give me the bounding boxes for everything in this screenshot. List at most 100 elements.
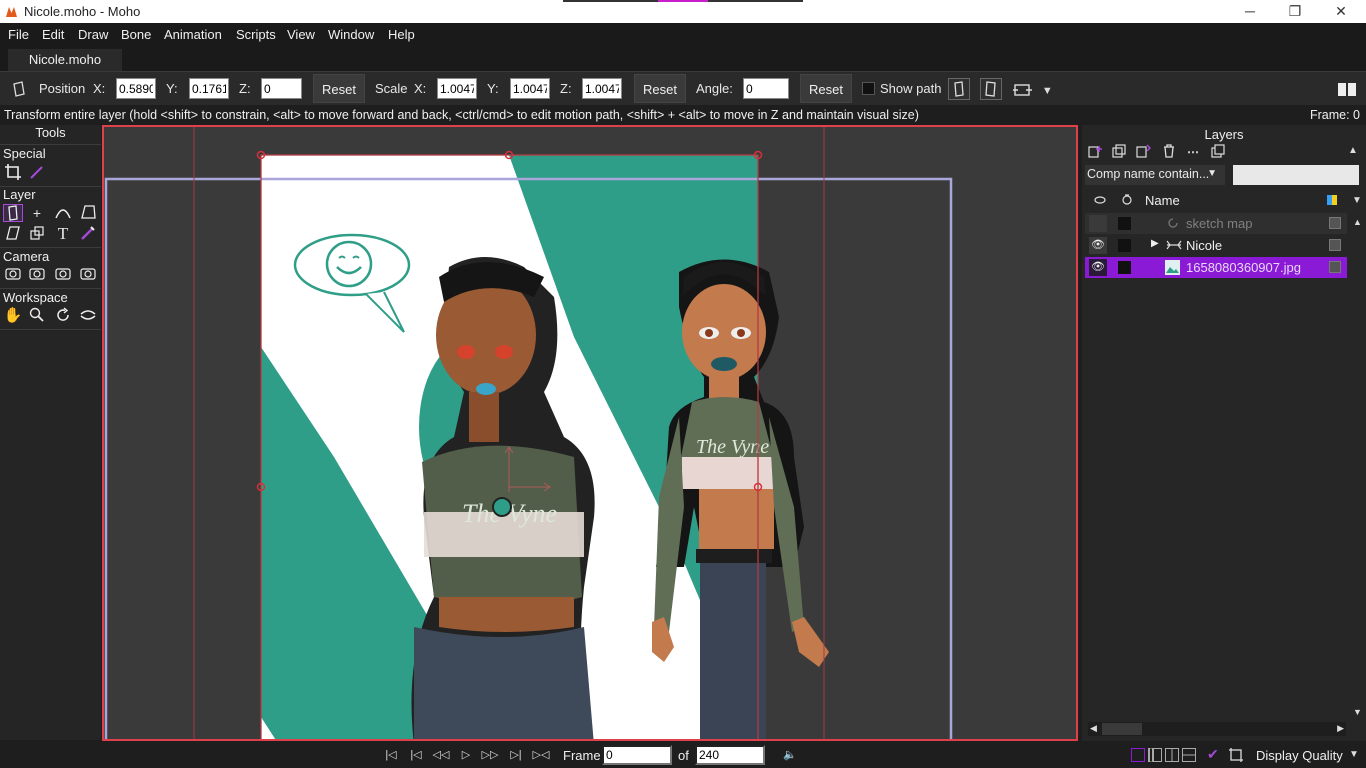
copy-layer-icon[interactable] (1134, 143, 1152, 161)
lock-toggle[interactable] (1118, 239, 1131, 252)
scroll-right-icon[interactable]: ▶ (1337, 723, 1344, 734)
flip-vertical-icon[interactable] (980, 78, 1002, 100)
comp-filter-dropdown[interactable]: Comp name contain... ▼ (1085, 165, 1225, 185)
flip-horizontal-icon[interactable] (948, 78, 970, 100)
total-frames-input[interactable] (695, 745, 765, 765)
next-keyframe-icon[interactable]: ▷| (506, 746, 526, 764)
angle-reset-button[interactable]: Reset (800, 74, 852, 103)
menu-view[interactable]: View (287, 27, 315, 42)
layer-row-selected[interactable]: 👁 1658080360907.jpg (1085, 257, 1347, 278)
menu-window[interactable]: Window (328, 27, 374, 42)
crop-icon[interactable] (3, 163, 23, 181)
camera-zoom-icon[interactable] (27, 266, 47, 284)
layers-title: Layers (1204, 127, 1244, 142)
menu-edit[interactable]: Edit (42, 27, 64, 42)
align-options-dropdown[interactable]: ▼ (1012, 78, 1060, 100)
show-path-checkbox[interactable] (862, 82, 875, 95)
canvas-viewport[interactable]: The Vyne The Vyne (102, 125, 1078, 741)
layer-name: Nicole (1186, 238, 1223, 253)
set-origin-icon[interactable] (27, 225, 47, 243)
layer-row[interactable]: 👁 ▶ Nicole (1085, 235, 1347, 256)
menu-scripts[interactable]: Scripts (236, 27, 276, 42)
chevron-down-icon[interactable]: ▼ (1352, 195, 1362, 206)
angle-input[interactable] (743, 78, 789, 99)
current-frame-input[interactable] (602, 745, 672, 765)
visibility-toggle[interactable]: 👁 (1089, 259, 1107, 276)
visibility-toggle[interactable]: 👁 (1089, 237, 1107, 254)
scale-z-input[interactable] (582, 78, 622, 99)
layer-color-swatch[interactable] (1329, 261, 1341, 273)
lock-toggle[interactable] (1118, 217, 1131, 230)
orbit-workspace-icon[interactable] (78, 307, 98, 325)
scale-layer-icon[interactable] (3, 225, 23, 243)
zoom-icon[interactable] (27, 307, 47, 325)
comp-name-input[interactable] (1233, 165, 1359, 185)
four-view-icon[interactable] (1182, 748, 1196, 762)
hand-icon[interactable]: ✋ (3, 307, 23, 325)
layer-color-swatch[interactable] (1329, 239, 1341, 251)
move-icon[interactable]: + (27, 204, 47, 222)
lock-toggle[interactable] (1118, 261, 1131, 274)
book-icon[interactable] (1336, 78, 1358, 100)
previous-keyframe-icon[interactable]: |◁ (406, 746, 426, 764)
display-quality-label[interactable]: Display Quality (1256, 748, 1343, 763)
layer-row[interactable]: sketch map (1085, 213, 1347, 234)
position-y-input[interactable] (189, 78, 229, 99)
visibility-toggle[interactable] (1089, 215, 1107, 232)
layers-vertical-scrollbar[interactable]: ▲ ▼ (1350, 217, 1364, 717)
camera-track-icon[interactable] (3, 266, 23, 284)
duplicate-layer-icon[interactable] (1110, 143, 1128, 161)
menu-help[interactable]: Help (388, 27, 415, 42)
maximize-button[interactable]: ❐ (1272, 0, 1318, 23)
camera-roll-icon[interactable] (53, 266, 73, 284)
delete-layer-icon[interactable] (1160, 143, 1178, 161)
transform-layer-tool-icon[interactable] (3, 204, 23, 222)
layer-color-swatch[interactable] (1329, 217, 1341, 229)
expand-triangle-icon[interactable]: ▶ (1151, 238, 1159, 249)
eyedropper-icon[interactable] (27, 163, 47, 181)
scale-reset-button[interactable]: Reset (634, 74, 686, 103)
shear-layer-icon[interactable] (78, 204, 98, 222)
new-layer-icon[interactable] (1086, 143, 1104, 161)
paint-brush-icon[interactable] (78, 225, 98, 243)
position-x-label: X: (93, 81, 106, 96)
scroll-left-icon[interactable]: ◀ (1090, 723, 1097, 734)
rewind-start-icon[interactable]: |◁ (381, 746, 401, 764)
menu-animation[interactable]: Animation (164, 27, 222, 42)
single-view-icon[interactable] (1131, 748, 1145, 762)
fast-forward-end-icon[interactable]: ▷◁ (531, 746, 551, 764)
position-x-input[interactable] (116, 78, 156, 99)
scroll-up-icon[interactable]: ▲ (1348, 145, 1358, 156)
rotate-layer-icon[interactable] (53, 204, 73, 222)
menu-file[interactable]: File (8, 27, 29, 42)
layer-comps-icon[interactable] (1209, 143, 1227, 161)
minimize-button[interactable]: ─ (1227, 0, 1273, 23)
close-button[interactable]: ✕ (1318, 0, 1364, 23)
position-reset-button[interactable]: Reset (313, 74, 365, 103)
step-back-icon[interactable]: ◁◁ (431, 746, 451, 764)
frame-icon[interactable] (1228, 747, 1244, 763)
position-z-input[interactable] (261, 78, 302, 99)
rotate-workspace-icon[interactable] (53, 307, 73, 325)
scroll-thumb[interactable] (1102, 723, 1142, 735)
chevron-down-icon[interactable]: ▼ (1349, 749, 1359, 760)
comp-filter-label: Comp name contain... (1087, 167, 1210, 181)
checkmark-icon[interactable]: ✔ (1207, 747, 1221, 761)
scroll-up-icon[interactable]: ▲ (1353, 217, 1362, 227)
audio-icon[interactable]: 🔈 (780, 746, 800, 764)
camera-pan-tilt-icon[interactable] (78, 266, 98, 284)
step-forward-icon[interactable]: ▷▷ (480, 746, 500, 764)
split-view-icon[interactable] (1148, 748, 1162, 762)
scale-y-input[interactable] (510, 78, 550, 99)
quad-view-icon[interactable] (1165, 748, 1179, 762)
menu-draw[interactable]: Draw (78, 27, 108, 42)
moho-app-icon (6, 7, 17, 17)
text-icon[interactable]: T (53, 225, 73, 243)
layers-horizontal-scrollbar[interactable]: ◀ ▶ (1088, 722, 1346, 736)
document-tab[interactable]: Nicole.moho (8, 49, 122, 71)
menu-bone[interactable]: Bone (121, 27, 151, 42)
scroll-down-icon[interactable]: ▼ (1353, 707, 1362, 717)
scale-x-input[interactable] (437, 78, 477, 99)
more-options-icon[interactable]: ⋯ (1184, 143, 1202, 161)
play-icon[interactable]: ▷ (456, 746, 476, 764)
